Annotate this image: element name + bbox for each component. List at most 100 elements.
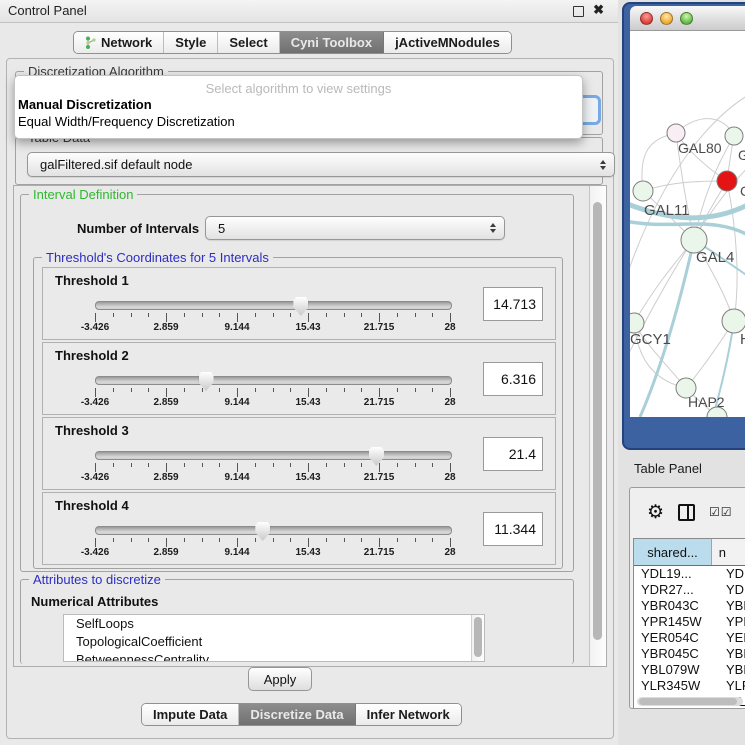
scale-label: 21.715 [364, 547, 395, 558]
tab-impute-data[interactable]: Impute Data [142, 704, 239, 725]
zoom-button[interactable] [680, 12, 693, 25]
column-header-name[interactable]: n [712, 539, 745, 565]
tab-cyni-toolbox[interactable]: Cyni Toolbox [280, 32, 384, 53]
tab-infer-network[interactable]: Infer Network [356, 704, 461, 725]
apply-button[interactable]: Apply [248, 667, 312, 691]
threshold-label: Threshold 3 [55, 423, 129, 438]
gear-icon[interactable]: ⚙ [647, 503, 664, 522]
network-node-green[interactable] [725, 127, 743, 145]
scale-label: 21.715 [364, 397, 395, 408]
attribute-item-betweennesscentrality[interactable]: BetweennessCentrality [64, 651, 484, 662]
interval-definition-group: Interval Definition Number of Intervals … [20, 194, 574, 572]
column-header-shared-name[interactable]: shared... [634, 539, 712, 565]
cell-name[interactable]: YLR3 [718, 678, 745, 694]
network-node-green[interactable] [630, 313, 644, 333]
network-node-green[interactable] [633, 181, 653, 201]
table-data-group: Table Data galFiltered.sif default node [15, 137, 603, 185]
scale-label: -3.426 [81, 397, 109, 408]
cell-name[interactable]: YPR1 [718, 614, 745, 630]
minimize-button[interactable] [660, 12, 673, 25]
cell-name[interactable]: YER0 [718, 630, 745, 646]
cell-shared-name[interactable]: YBL079W [634, 662, 718, 678]
control-panel: Control Panel ✖ NetworkStyleSelectCyni T… [0, 0, 618, 745]
tab-style[interactable]: Style [164, 32, 218, 53]
horizontal-scrollbar[interactable] [637, 697, 743, 706]
vertical-scrollbar[interactable] [589, 186, 606, 666]
close-icon[interactable]: ✖ [593, 2, 604, 18]
cell-shared-name[interactable]: YDL19... [634, 566, 718, 582]
algorithm-options: Manual DiscretizationEqual Width/Frequen… [15, 96, 582, 130]
panel-title: Control Panel [8, 3, 87, 18]
threshold-box-2: Threshold 2-3.4262.8599.14415.4321.71528… [42, 342, 556, 415]
num-intervals-label: Number of Intervals [77, 221, 199, 236]
tab-label: Discretize Data [250, 707, 343, 722]
network-node-red[interactable] [717, 171, 737, 191]
cell-name[interactable]: YBR0 [718, 598, 745, 614]
attribute-item-selfloops[interactable]: SelfLoops [64, 615, 484, 633]
slider-ticks [95, 463, 450, 472]
float-window-icon[interactable] [573, 6, 584, 17]
algorithm-option-manual-discretization[interactable]: Manual Discretization [15, 96, 582, 113]
cell-shared-name[interactable]: YDR27... [634, 582, 718, 598]
cell-shared-name[interactable]: YPR145W [634, 614, 718, 630]
network-view-window: GAL80GACGAL11GAL4GCY1HHAP2 [622, 2, 745, 450]
scrollbar-thumb[interactable] [474, 617, 482, 657]
cell-name[interactable]: YDR2 [718, 582, 745, 598]
threshold-value-field[interactable]: 14.713 [483, 287, 543, 321]
scrollbar-thumb[interactable] [593, 202, 602, 640]
table-row[interactable]: YPR145WYPR1 [634, 614, 745, 630]
table-row[interactable]: YDR27...YDR2 [634, 582, 745, 598]
scale-label: 9.144 [224, 472, 249, 483]
tab-jactivemnodules[interactable]: jActiveMNodules [384, 32, 511, 53]
network-node-green[interactable] [722, 309, 745, 333]
scale-label: 28 [444, 547, 455, 558]
table-row[interactable]: YDL19...YDL1 [634, 566, 745, 582]
gray-edge[interactable] [643, 181, 727, 191]
tab-network[interactable]: Network [74, 32, 164, 53]
cell-name[interactable]: YBL0 [718, 662, 745, 678]
slider-scale: -3.4262.8599.14415.4321.71528 [95, 472, 450, 484]
slider-track[interactable] [95, 301, 452, 310]
table-row[interactable]: YBR045CYBR0 [634, 646, 745, 662]
slider-track[interactable] [95, 526, 452, 535]
attributes-list[interactable]: SelfLoopsTopologicalCoefficientBetweenne… [63, 614, 485, 662]
column-layout-icon[interactable] [678, 504, 695, 521]
table-row[interactable]: YBL079WYBL0 [634, 662, 745, 678]
slider-track[interactable] [95, 451, 452, 460]
close-button[interactable] [640, 12, 653, 25]
threshold-value-field[interactable]: 21.4 [483, 437, 543, 471]
list-scrollbar[interactable] [471, 615, 484, 661]
scale-label: 2.859 [153, 322, 178, 333]
algorithm-option-equal-width-frequency-discretization[interactable]: Equal Width/Frequency Discretization [15, 113, 582, 130]
threshold-value-field[interactable]: 11.344 [483, 512, 543, 546]
cell-shared-name[interactable]: YER054C [634, 630, 718, 646]
scale-label: 28 [444, 322, 455, 333]
checkbox-icons[interactable]: ☑☑ [709, 505, 733, 519]
table-data-combo[interactable]: galFiltered.sif default node [27, 152, 615, 177]
cell-name[interactable]: YBR0 [718, 646, 745, 662]
scale-label: 9.144 [224, 547, 249, 558]
scrollbar-thumb[interactable] [639, 698, 737, 705]
table-row[interactable]: YLR345WYLR3 [634, 678, 745, 694]
scale-label: 21.715 [364, 472, 395, 483]
node-label-ga: GA [738, 147, 745, 163]
table-row[interactable]: YBR043CYBR0 [634, 598, 745, 614]
cell-name[interactable]: YDL1 [718, 566, 745, 582]
network-canvas[interactable]: GAL80GACGAL11GAL4GCY1HHAP2 [630, 31, 745, 417]
tab-discretize-data[interactable]: Discretize Data [239, 704, 355, 725]
control-panel-titlebar: Control Panel ✖ [0, 0, 618, 23]
cell-shared-name[interactable]: YBR043C [634, 598, 718, 614]
table-panel: ⚙ ☑☑ shared... n YDL19...YDL1YDR27...YDR… [629, 487, 745, 709]
table-row[interactable]: YER054CYER0 [634, 630, 745, 646]
network-icon [85, 36, 96, 49]
attribute-item-topologicalcoefficient[interactable]: TopologicalCoefficient [64, 633, 484, 651]
node-label-gal80: GAL80 [678, 140, 722, 156]
slider-track[interactable] [95, 376, 452, 385]
cell-shared-name[interactable]: YLR345W [634, 678, 718, 694]
thresholds-group: Threshold's Coordinates for 5 Intervals … [33, 257, 563, 569]
threshold-value-field[interactable]: 6.316 [483, 362, 543, 396]
cell-shared-name[interactable]: YBR045C [634, 646, 718, 662]
num-intervals-combo[interactable]: 5 [205, 216, 505, 240]
scale-label: 2.859 [153, 547, 178, 558]
tab-select[interactable]: Select [218, 32, 279, 53]
